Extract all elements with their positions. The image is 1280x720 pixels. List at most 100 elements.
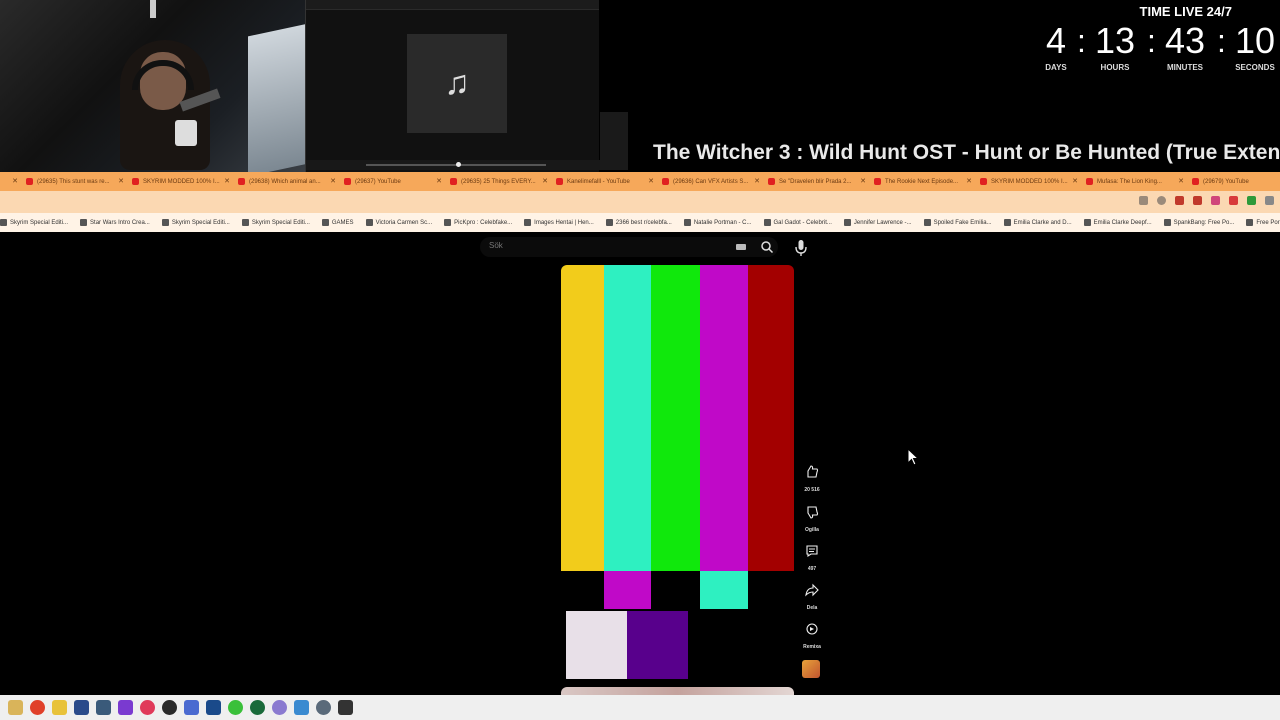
tab-title: Se "Dravelen blir Prada 2... <box>779 178 852 185</box>
app-icon[interactable] <box>162 700 177 715</box>
bookmark-item[interactable]: Skyrim Special Editi... <box>241 219 310 226</box>
close-icon[interactable]: ✕ <box>1072 177 1078 185</box>
bookmark-item[interactable]: Victoria Carmen Sc... <box>365 219 433 226</box>
app-icon[interactable] <box>30 700 45 715</box>
extension-icon[interactable] <box>1211 196 1220 205</box>
share-button[interactable]: Dela <box>800 582 824 611</box>
extension-icon[interactable] <box>1193 196 1202 205</box>
bookmark-item[interactable]: Images Hentai | Hen... <box>524 219 594 226</box>
bookmark-label: Emilia Clarke and D... <box>1013 219 1072 226</box>
thumbs-down-icon[interactable] <box>804 504 820 520</box>
extension-icon[interactable] <box>1229 196 1238 205</box>
remix-icon[interactable] <box>804 621 820 637</box>
timer-hours: 13 HOURS <box>1090 20 1140 72</box>
app-icon[interactable] <box>338 700 353 715</box>
app-icon[interactable] <box>118 700 133 715</box>
webcam-mug <box>175 120 197 146</box>
bookmark-favicon-icon <box>763 219 771 226</box>
share-icon[interactable] <box>804 582 820 598</box>
close-icon[interactable]: ✕ <box>1178 177 1184 185</box>
bookmark-item[interactable]: Emilia Clarke Deepf... <box>1083 219 1152 226</box>
app-icon[interactable] <box>184 700 199 715</box>
menu-icon[interactable] <box>1265 196 1274 205</box>
comment-icon[interactable] <box>804 543 820 559</box>
bookmark-favicon-icon <box>923 219 931 226</box>
bookmark-item[interactable]: Jennifer Lawrence -... <box>843 219 912 226</box>
tab-title: (29636) Can VFX Artists S... <box>673 178 749 185</box>
bookmark-item[interactable]: Gal Gadot - Celebrit... <box>763 219 832 226</box>
microphone-icon[interactable] <box>793 238 809 258</box>
close-icon[interactable]: ✕ <box>12 177 18 185</box>
browser-tab[interactable]: SKYRIM MODDED 100% I... ✕ <box>128 172 234 191</box>
download-icon[interactable] <box>1247 196 1256 205</box>
bookmark-favicon-icon <box>0 219 7 226</box>
like-button[interactable]: 20 516 <box>800 464 824 493</box>
color-bar-yellow <box>561 265 604 571</box>
youtube-favicon-icon <box>26 178 33 185</box>
browser-tab[interactable]: (29635) 25 Things EVERY... ✕ <box>446 172 552 191</box>
bookmark-item[interactable]: Skyrim Special Editi... <box>0 219 68 226</box>
browser-tab[interactable]: Se "Dravelen blir Prada 2... ✕ <box>764 172 870 191</box>
settings-icon[interactable] <box>316 700 331 715</box>
search-bar[interactable]: Sök <box>480 237 778 257</box>
close-icon[interactable]: ✕ <box>224 177 230 185</box>
timer-hours-label: HOURS <box>1100 63 1130 72</box>
sound-avatar[interactable] <box>802 660 820 678</box>
browser-tab[interactable]: The Rookie Next Episode... ✕ <box>870 172 976 191</box>
browser-tab[interactable]: (29638) Which animal an... ✕ <box>234 172 340 191</box>
close-icon[interactable]: ✕ <box>330 177 336 185</box>
keyboard-icon[interactable] <box>736 244 746 250</box>
short-video-player[interactable] <box>561 265 794 679</box>
now-playing-thumbnail <box>600 112 628 170</box>
browser-tab[interactable]: (29637) YouTube ✕ <box>340 172 446 191</box>
app-icon[interactable] <box>96 700 111 715</box>
close-icon[interactable]: ✕ <box>860 177 866 185</box>
bookmark-label: Emilia Clarke Deepf... <box>1093 219 1152 226</box>
bookmark-label: Victoria Carmen Sc... <box>375 219 433 226</box>
screen-share-icon[interactable] <box>1139 196 1148 205</box>
close-icon[interactable]: ✕ <box>966 177 972 185</box>
comments-button[interactable]: 497 <box>800 543 824 572</box>
app-icon[interactable] <box>74 700 89 715</box>
browser-tab[interactable]: (29636) Can VFX Artists S... ✕ <box>658 172 764 191</box>
close-icon[interactable]: ✕ <box>754 177 760 185</box>
app-icon[interactable] <box>272 700 287 715</box>
bookmark-item[interactable]: Emilia Clarke and D... <box>1003 219 1072 226</box>
bookmark-item[interactable]: Skyrim Special Editi... <box>161 219 230 226</box>
bookmark-item[interactable]: Spoiled Fake Emilia... <box>923 219 992 226</box>
close-icon[interactable]: ✕ <box>436 177 442 185</box>
bookmark-item[interactable]: Star Wars Intro Crea... <box>80 219 150 226</box>
app-icon[interactable] <box>228 700 243 715</box>
bookmark-item[interactable]: PicKpro : Celebfake... <box>444 219 512 226</box>
search-icon[interactable] <box>760 240 774 254</box>
thumbs-up-icon[interactable] <box>804 464 820 480</box>
star-icon[interactable] <box>1157 196 1166 205</box>
bookmark-favicon-icon <box>524 219 532 226</box>
remix-button[interactable]: Remixa <box>800 621 824 650</box>
bookmark-item[interactable]: Free Porn Videos &... <box>1246 219 1280 226</box>
folder-icon[interactable] <box>8 700 23 715</box>
app-icon[interactable] <box>294 700 309 715</box>
browser-tab[interactable]: Mufasa: The Lion King... ✕ <box>1082 172 1188 191</box>
browser-tab[interactable]: SKYRIM MODDED 100% I... ✕ <box>976 172 1082 191</box>
close-icon[interactable]: ✕ <box>542 177 548 185</box>
browser-tab[interactable]: Kanelimefalll - YouTube ✕ <box>552 172 658 191</box>
app-icon[interactable] <box>250 700 265 715</box>
app-icon[interactable] <box>206 700 221 715</box>
opera-icon[interactable] <box>140 700 155 715</box>
app-icon[interactable] <box>52 700 67 715</box>
bookmark-item[interactable]: 2366 best r/celebfa... <box>605 219 672 226</box>
color-block-cyan <box>700 571 748 609</box>
browser-tab[interactable]: (29635) This stunt was re... ✕ <box>22 172 128 191</box>
youtube-favicon-icon <box>1192 178 1199 185</box>
close-icon[interactable]: ✕ <box>118 177 124 185</box>
search-input[interactable]: Sök <box>489 241 503 250</box>
extension-icon[interactable] <box>1175 196 1184 205</box>
browser-tab[interactable]: (29679) YouTube✕ <box>1188 172 1280 191</box>
tab-close-button[interactable]: ✕ <box>0 172 22 191</box>
bookmark-item[interactable]: Natalie Portman - C... <box>683 219 752 226</box>
bookmark-item[interactable]: GAMES <box>321 219 354 226</box>
dislike-button[interactable]: Ogilla <box>800 504 824 533</box>
close-icon[interactable]: ✕ <box>648 177 654 185</box>
bookmark-item[interactable]: SpankBang: Free Po... <box>1163 219 1234 226</box>
